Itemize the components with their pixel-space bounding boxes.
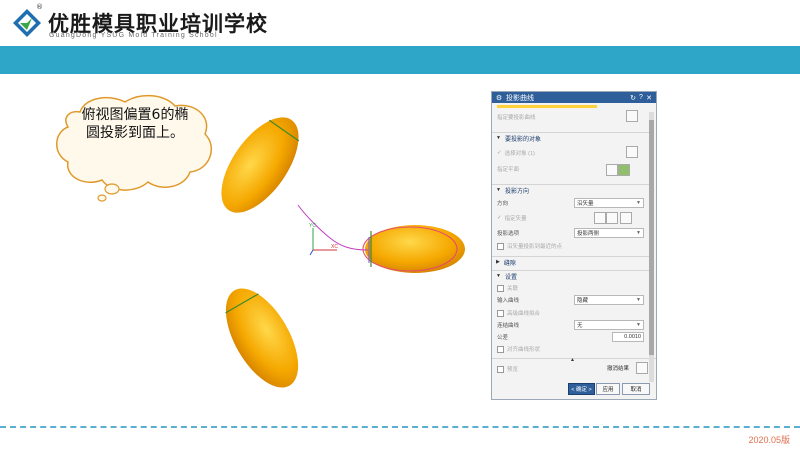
footer-divider [0, 426, 800, 428]
chevron-down-icon: ▼ [636, 297, 641, 303]
ok-button[interactable]: < 确定 > [568, 383, 595, 395]
join-curves-label: 连结曲线 [497, 323, 520, 329]
undo-icon[interactable] [636, 362, 648, 374]
input-curves-label: 输入曲线 [497, 298, 520, 304]
close-icon[interactable]: ✕ [645, 94, 653, 102]
projected-curve-dialog: ⚙ 投影曲线 ↻ ? ✕ 指定要投影曲线 ▼ 要投影的对象 ✓ 选择对象 (1)… [491, 91, 657, 400]
section-gap[interactable]: ▶ 缝隙 [492, 256, 652, 267]
specify-vector-label: 指定矢量 [504, 216, 527, 222]
vector-reverse-icon[interactable] [594, 212, 606, 224]
nearest-point-label: 沿矢量投影到最近的点 [507, 244, 563, 250]
chevron-down-icon: ▼ [496, 273, 501, 279]
chevron-down-icon: ▼ [636, 322, 641, 328]
model-viewport[interactable]: YC XC [210, 110, 480, 400]
chevron-down-icon: ▼ [496, 187, 501, 193]
direction-select[interactable]: 沿矢量 ▼ [574, 198, 644, 208]
align-curve-checkbox[interactable] [497, 345, 504, 353]
reset-icon[interactable]: ↻ [629, 94, 637, 102]
select-object-label: 选择对象 (1) [504, 151, 535, 157]
selection-highlight [497, 105, 597, 108]
section-direction[interactable]: ▼ 投影方向 [492, 184, 652, 195]
tolerance-input[interactable]: 0.0010 [612, 332, 644, 342]
check-icon: ✓ [497, 150, 502, 156]
preview-checkbox[interactable] [497, 365, 504, 373]
chevron-down-icon: ▼ [496, 135, 501, 141]
plane-dialog-icon[interactable] [606, 164, 618, 176]
project-option-label: 投影选项 [497, 231, 520, 237]
vector-dialog-icon[interactable] [606, 212, 618, 224]
curve-select-icon[interactable] [626, 110, 638, 122]
specify-plane-label: 指定平面 [497, 167, 520, 173]
nearest-point-checkbox[interactable] [497, 242, 504, 250]
chevron-up-icon[interactable]: ▲ [570, 357, 575, 363]
dialog-title: 投影曲线 [506, 94, 534, 102]
face-select-icon[interactable] [626, 146, 638, 158]
apply-button[interactable]: 应用 [596, 383, 620, 395]
align-curve-label: 对齐曲线形状 [507, 347, 541, 353]
associative-label: 关联 [507, 286, 519, 292]
preview-label: 预览 [507, 367, 519, 373]
chevron-right-icon: ▶ [496, 259, 500, 265]
header-band [0, 46, 800, 74]
input-curves-select[interactable]: 隐藏 ▼ [574, 295, 644, 305]
lower-body-shape[interactable] [211, 277, 313, 399]
school-name-english: GuangDong YSUG Mold Training School [49, 32, 218, 39]
version-label: 2020.05版 [748, 435, 790, 445]
axis-y-label: YC [309, 223, 316, 229]
dialog-titlebar: ⚙ 投影曲线 ↻ ? ✕ [492, 92, 656, 103]
check-icon: ✓ [497, 215, 502, 221]
section-target[interactable]: ▼ 要投影的对象 [492, 132, 652, 143]
plane-icon[interactable] [618, 164, 630, 176]
project-option-select[interactable]: 投影两侧 ▼ [574, 228, 644, 238]
associative-checkbox[interactable] [497, 284, 504, 292]
help-icon[interactable]: ? [637, 94, 645, 101]
cancel-button[interactable]: 取消 [622, 383, 650, 395]
direction-label: 方向 [497, 201, 509, 207]
chevron-down-icon: ▼ [636, 200, 641, 206]
join-curves-select[interactable]: 无 ▼ [574, 320, 644, 330]
right-body-shape[interactable] [362, 225, 465, 273]
vector-type-icon[interactable] [620, 212, 632, 224]
axis-x-label: XC [331, 244, 338, 250]
dialog-scrollbar[interactable] [649, 112, 654, 382]
section-settings[interactable]: ▼ 设置 [492, 270, 652, 281]
top-curve-label: 指定要投影曲线 [497, 115, 536, 121]
gear-icon[interactable]: ⚙ [495, 94, 503, 102]
chevron-down-icon: ▼ [636, 230, 641, 236]
scrollbar-thumb[interactable] [649, 120, 654, 355]
registered-mark: ® [36, 3, 43, 11]
upper-body-shape[interactable] [210, 110, 314, 226]
undo-result-label: 撤消结果 [607, 366, 630, 372]
callout-text: 俯视图偏置6的椭圆投影到面上。 [81, 107, 189, 141]
curve-fit-checkbox[interactable] [497, 309, 504, 317]
curve-fit-label: 高级曲线拟合 [507, 311, 541, 317]
school-logo-icon [13, 9, 41, 37]
tolerance-label: 公差 [497, 335, 509, 341]
